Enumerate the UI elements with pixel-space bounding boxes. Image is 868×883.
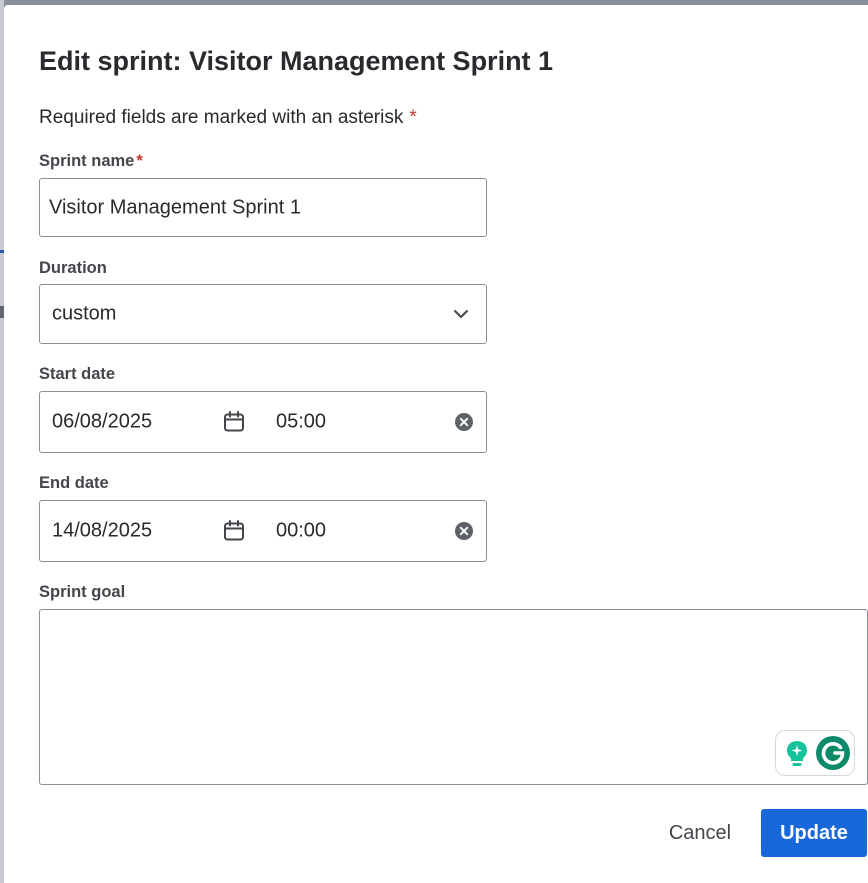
- end-date-field: 14/08/2025 00:00: [39, 500, 487, 562]
- start-time-input[interactable]: 05:00: [276, 411, 326, 434]
- calendar-icon[interactable]: [222, 410, 246, 439]
- clear-icon[interactable]: [455, 413, 473, 436]
- update-button[interactable]: Update: [761, 809, 867, 857]
- sprint-goal-textarea[interactable]: [39, 609, 868, 785]
- required-fields-note: Required fields are marked with an aster…: [39, 107, 417, 129]
- sprint-name-label-text: Sprint name: [39, 152, 135, 170]
- dialog-title: Edit sprint: Visitor Management Sprint 1: [39, 46, 554, 76]
- duration-select[interactable]: custom: [39, 284, 487, 344]
- edit-sprint-dialog: Edit sprint: Visitor Management Sprint 1…: [4, 5, 868, 883]
- sprint-goal-label: Sprint goal: [39, 583, 126, 601]
- clear-icon[interactable]: [455, 522, 473, 545]
- start-date-input[interactable]: 06/08/2025: [52, 411, 152, 434]
- chevron-down-icon[interactable]: [452, 305, 470, 328]
- start-date-label: Start date: [39, 365, 116, 383]
- sprint-name-value[interactable]: Visitor Management Sprint 1: [49, 196, 301, 219]
- grammarly-widget[interactable]: [775, 730, 855, 776]
- lightbulb-icon[interactable]: [785, 740, 809, 773]
- calendar-icon[interactable]: [222, 519, 246, 548]
- end-time-input[interactable]: 00:00: [276, 520, 326, 543]
- end-date-label: End date: [39, 474, 109, 492]
- sprint-name-label: Sprint name *: [39, 151, 143, 171]
- grammarly-g-icon[interactable]: [816, 736, 850, 775]
- required-asterisk: *: [136, 152, 143, 170]
- start-date-field: 06/08/2025 05:00: [39, 391, 487, 453]
- required-asterisk: *: [409, 107, 417, 128]
- sprint-name-input[interactable]: Visitor Management Sprint 1: [39, 178, 487, 237]
- required-note-text: Required fields are marked with an aster…: [39, 107, 404, 128]
- duration-label: Duration: [39, 259, 107, 277]
- cancel-button[interactable]: Cancel: [650, 809, 750, 857]
- end-date-input[interactable]: 14/08/2025: [52, 520, 152, 543]
- duration-value[interactable]: custom: [52, 303, 116, 326]
